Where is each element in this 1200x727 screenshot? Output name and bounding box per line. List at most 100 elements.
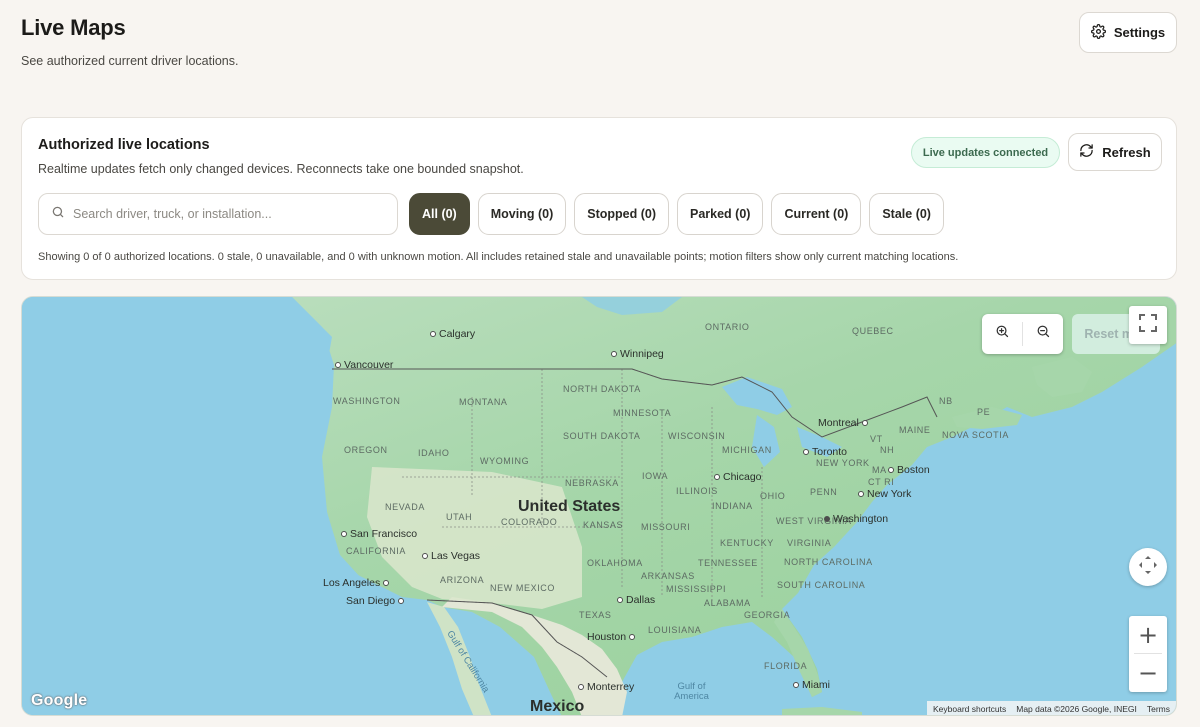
region-label: FLORIDA bbox=[764, 661, 808, 671]
region-label: MISSISSIPPI bbox=[666, 584, 727, 594]
page-subtitle: See authorized current driver locations. bbox=[21, 54, 239, 68]
fullscreen-button[interactable] bbox=[1129, 306, 1167, 344]
region-label: MAINE bbox=[899, 425, 931, 435]
search-input[interactable] bbox=[73, 207, 397, 221]
map-zoom-controls bbox=[982, 314, 1063, 354]
region-label: COLORADO bbox=[501, 517, 558, 527]
region-label: NEW MEXICO bbox=[490, 583, 556, 593]
zoom-out-icon bbox=[1036, 324, 1051, 344]
region-label: WYOMING bbox=[480, 456, 530, 466]
region-label: PE bbox=[977, 407, 991, 417]
region-label: PENN bbox=[810, 487, 838, 497]
region-label: VIRGINIA bbox=[787, 538, 832, 548]
region-label: NEW YORK bbox=[816, 458, 870, 468]
card-description: Realtime updates fetch only changed devi… bbox=[38, 162, 524, 176]
region-label: GEORGIA bbox=[744, 610, 791, 620]
city-marker: Calgary bbox=[430, 328, 475, 340]
region-label: NOVA SCOTIA bbox=[942, 430, 1009, 440]
zoom-in-button[interactable] bbox=[982, 314, 1022, 354]
filter-all-button[interactable]: All (0) bbox=[409, 193, 470, 235]
city-marker: Chicago bbox=[714, 471, 762, 483]
region-label: NEVADA bbox=[385, 502, 425, 512]
region-label: NH bbox=[880, 445, 895, 455]
search-icon bbox=[51, 205, 65, 224]
settings-label: Settings bbox=[1113, 25, 1166, 40]
filter-group: All (0) Moving (0) Stopped (0) Parked (0… bbox=[409, 193, 944, 235]
region-label: OKLAHOMA bbox=[587, 558, 643, 568]
card-title: Authorized live locations bbox=[38, 137, 210, 153]
region-label: IDAHO bbox=[418, 448, 450, 458]
zoom-out-button[interactable] bbox=[1023, 314, 1063, 354]
region-label: OHIO bbox=[760, 491, 786, 501]
region-label: NORTH CAROLINA bbox=[784, 557, 873, 567]
filter-moving-button[interactable]: Moving (0) bbox=[477, 193, 567, 235]
region-label: ALABAMA bbox=[704, 598, 751, 608]
search-box[interactable] bbox=[38, 193, 398, 235]
region-label: VT bbox=[870, 434, 883, 444]
region-label: ILLINOIS bbox=[676, 486, 718, 496]
gear-icon bbox=[1090, 23, 1106, 42]
filter-stale-button[interactable]: Stale (0) bbox=[869, 193, 944, 235]
city-marker: Montreal bbox=[818, 417, 868, 429]
keyboard-shortcuts-link[interactable]: Keyboard shortcuts bbox=[933, 704, 1006, 714]
city-marker: San Diego bbox=[346, 595, 405, 607]
region-label: TEXAS bbox=[579, 610, 612, 620]
pan-control-button[interactable] bbox=[1129, 548, 1167, 586]
map-zoom-stack: + − bbox=[1129, 616, 1167, 692]
region-label: MINNESOTA bbox=[613, 408, 672, 418]
zoom-in-icon bbox=[995, 324, 1010, 344]
page-title: Live Maps bbox=[21, 15, 126, 40]
city-marker: Miami bbox=[793, 679, 830, 691]
region-label: INDIANA bbox=[712, 501, 753, 511]
city-marker: Los Angeles bbox=[323, 577, 390, 589]
city-marker: Dallas bbox=[617, 594, 655, 606]
region-label: OREGON bbox=[344, 445, 388, 455]
refresh-button[interactable]: Refresh bbox=[1068, 133, 1162, 171]
region-label: KENTUCKY bbox=[720, 538, 774, 548]
region-label: MICHIGAN bbox=[722, 445, 772, 455]
region-label: NORTH DAKOTA bbox=[563, 384, 641, 394]
country-label: Mexico bbox=[530, 698, 585, 715]
city-marker: Monterrey bbox=[578, 681, 634, 693]
region-label: TENNESSEE bbox=[698, 558, 758, 568]
region-label: LOUISIANA bbox=[648, 625, 702, 635]
map-attribution: Keyboard shortcuts Map data ©2026 Google… bbox=[927, 701, 1176, 715]
google-logo: Google bbox=[31, 692, 88, 709]
region-label: MA bbox=[872, 465, 887, 475]
map-zoom-in-button[interactable]: + bbox=[1129, 616, 1167, 653]
water-label: Gulf of America bbox=[674, 681, 709, 702]
city-marker: San Francisco bbox=[341, 528, 417, 540]
region-label: IOWA bbox=[642, 471, 669, 481]
region-label: SOUTH DAKOTA bbox=[563, 431, 641, 441]
fullscreen-icon bbox=[1139, 313, 1157, 337]
city-marker: Vancouver bbox=[335, 359, 393, 371]
region-label: MISSOURI bbox=[641, 522, 691, 532]
country-label: United States bbox=[518, 498, 621, 515]
city-marker: Winnipeg bbox=[611, 348, 664, 360]
live-map[interactable]: ONTARIO QUEBEC NORTH DAKOTA MINNESOTA MO… bbox=[21, 296, 1177, 716]
region-label: NB bbox=[939, 396, 953, 406]
region-label: MONTANA bbox=[459, 397, 508, 407]
region-label: CT RI bbox=[868, 477, 895, 487]
filter-stopped-button[interactable]: Stopped (0) bbox=[574, 193, 669, 235]
region-label: ARIZONA bbox=[440, 575, 485, 585]
city-marker: Houston bbox=[587, 631, 636, 643]
region-label: KANSAS bbox=[583, 520, 624, 530]
filter-parked-button[interactable]: Parked (0) bbox=[676, 193, 764, 235]
region-label: ARKANSAS bbox=[641, 571, 695, 581]
settings-button[interactable]: Settings bbox=[1079, 12, 1177, 53]
terms-link[interactable]: Terms bbox=[1147, 704, 1170, 714]
city-marker: Boston bbox=[888, 464, 930, 476]
city-marker: Toronto bbox=[803, 446, 847, 458]
region-label: CALIFORNIA bbox=[346, 546, 407, 556]
region-label: QUEBEC bbox=[852, 326, 894, 336]
region-label: WISCONSIN bbox=[668, 431, 726, 441]
live-locations-card: Authorized live locations Realtime updat… bbox=[21, 117, 1177, 280]
region-label: WASHINGTON bbox=[333, 396, 401, 406]
filter-current-button[interactable]: Current (0) bbox=[771, 193, 862, 235]
city-marker: Washington bbox=[824, 513, 888, 525]
refresh-label: Refresh bbox=[1102, 144, 1151, 160]
showing-summary: Showing 0 of 0 authorized locations. 0 s… bbox=[38, 251, 959, 263]
region-label: UTAH bbox=[446, 512, 473, 522]
map-zoom-out-button[interactable]: − bbox=[1129, 654, 1167, 691]
